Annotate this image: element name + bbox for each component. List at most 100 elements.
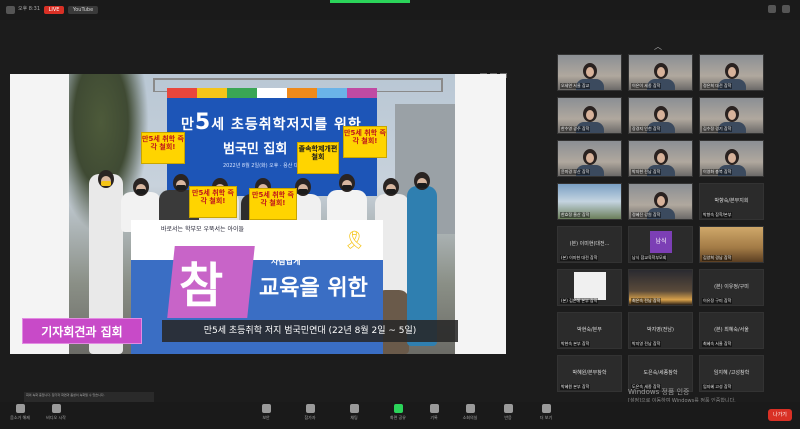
protest-sign: 만5세 취학 즉각 철회! (343, 126, 387, 158)
caption-left: 기자회견과 집회 (22, 318, 142, 344)
toolbar-shield-button[interactable]: 보안 (248, 404, 284, 421)
participant-tile[interactable]: 최은숙 전남 참학 (628, 269, 693, 306)
participant-tile[interactable]: 김양희 경남 참학 (699, 226, 764, 263)
participant-face (657, 67, 665, 77)
toolbar-more-button[interactable]: 더 보기 (528, 404, 564, 421)
speaking-indicator (330, 0, 410, 3)
participant-face (586, 67, 594, 77)
participant-tile[interactable]: 이영화 충북 참학 (699, 140, 764, 177)
toolbar-label: 채팅 (350, 415, 358, 420)
shield-icon (261, 404, 271, 413)
participant-name-label: 김양희 경남 참학 (702, 255, 733, 261)
participant-tile[interactable]: 윤미경 부산 참학 (557, 140, 622, 177)
share-screen-icon (393, 404, 403, 413)
fullscreen-icon[interactable] (782, 5, 790, 13)
view-icon[interactable] (768, 5, 776, 13)
toolbar-label: 소회의실 (462, 415, 478, 420)
menu-icon[interactable] (6, 6, 15, 14)
toolbar-participants-button[interactable]: 참가자 (292, 404, 328, 421)
participant-tile[interactable]: 정은희 대전 참학 (699, 54, 764, 91)
participant-display-name: (본) 최혜숙/서울 (714, 327, 749, 333)
participant-tile[interactable]: 김수정 경기 참학 (699, 97, 764, 134)
participant-tile[interactable]: 장경지 인천 참학 (628, 97, 693, 134)
participant-name-label: 최은숙 전남 참학 (631, 298, 662, 304)
meeting-toolbar: 나가기 음소거 해제 비디오 시작 보안 참가자 채팅 화면 공유 기록 소회의실 반응 더 보기 (0, 402, 800, 429)
participant-name-label: 정혜진 강원 참학 (631, 212, 662, 218)
participant-tile[interactable]: 이은이 세종 참학 (628, 54, 693, 91)
participant-tile[interactable]: 한수영 광주 참학 (557, 97, 622, 134)
protester-head (295, 178, 311, 196)
participant-tile[interactable]: (본) 이유정/구미 이유정 구미 참학 (699, 269, 764, 306)
participant-face (728, 67, 736, 77)
view-controls (768, 5, 790, 13)
participant-tile[interactable]: 박지영(전남) 박지영 전남 참학 (628, 312, 693, 349)
toolbar-mic-button[interactable]: 음소거 해제 (2, 404, 38, 421)
participant-name-label: 박혜원 본부 참학 (560, 384, 591, 390)
participant-name-label: 한수영 광주 참학 (560, 126, 591, 132)
participant-tile[interactable]: 박향숙/본부지회 박향숙 참학/본부 (699, 183, 764, 220)
participant-display-name: (본) 이유정/구미 (714, 284, 749, 290)
participant-name-label: (본) 김은해 본부 참학 (560, 298, 599, 304)
toolbar-record-button[interactable]: 기록 (416, 404, 452, 421)
participant-tile[interactable]: 한효정 울산 참학 (557, 183, 622, 220)
participant-tile[interactable]: 박현숙/본부 박현숙 본부 참학 (557, 312, 622, 349)
backdrop-subtitle: 범국민 집회 (223, 142, 288, 157)
protester-head (339, 174, 355, 192)
participant-tile[interactable]: 박혜원/본부참학 박혜원 본부 참학 (557, 355, 622, 392)
participant-tile[interactable]: 오세연 서울 참교 (557, 54, 622, 91)
participant-face (657, 196, 665, 206)
participant-tile[interactable]: 박지현 전남 참학 (628, 140, 693, 177)
participant-display-name: 임지혜 /고성참학 (713, 370, 750, 376)
toolbar-label: 참가자 (304, 415, 316, 420)
video-icon (51, 404, 61, 413)
leave-button[interactable]: 나가기 (768, 409, 792, 421)
top-bar: 오후 8:31 LIVE YouTube (0, 0, 800, 20)
youtube-stream-badge[interactable]: YouTube (68, 6, 98, 14)
protester-head (133, 178, 149, 196)
participant-name-label: 이은이 세종 참학 (631, 83, 662, 89)
toolbar-chat-button[interactable]: 채팅 (336, 404, 372, 421)
participant-tile[interactable]: 임지혜 /고성참학 임지혜 고성 참학 (699, 355, 764, 392)
participant-face (586, 153, 594, 163)
participant-face (657, 110, 665, 120)
protest-sign: 만5세 취학 즉각 철회! (249, 188, 297, 220)
participant-display-name: 박향숙/본부지회 (714, 198, 749, 204)
participant-tile[interactable]: (본) 김은해 본부 참학 (557, 269, 622, 306)
toolbar-breakout-button[interactable]: 소회의실 (452, 404, 488, 421)
participant-avatar: 남식 (650, 231, 672, 253)
yellow-ribbon-icon: 🎗 (343, 230, 366, 251)
chat-icon (349, 404, 359, 413)
toolbar-label: 비디오 시작 (46, 415, 66, 420)
protest-sign: 만5세 취학 즉각 철회! (141, 132, 185, 164)
participant-display-name: 도은숙/세종참학 (643, 370, 678, 376)
live-badge[interactable]: LIVE (44, 6, 64, 14)
participant-name-label: 이영화 충북 참학 (702, 169, 733, 175)
participant-face (586, 110, 594, 120)
participant-tile[interactable]: 남식남식 참교육학부모회 (628, 226, 693, 263)
toolbar-video-button[interactable]: 비디오 시작 (38, 404, 74, 421)
protest-sign: 만5세 취학 즉각 철회! (189, 186, 237, 218)
participants-icon (305, 404, 315, 413)
participant-name-label: 정은희 대전 참학 (702, 83, 733, 89)
zoom-meeting-window: 오후 8:31 LIVE YouTube 만5세 초등취학저지를 위한 범국민 … (0, 0, 800, 429)
rally-photo: 만5세 초등취학저지를 위한 범국민 집회 2022년 8월 2일(화) 오후 … (69, 74, 455, 354)
participant-face (728, 153, 736, 163)
record-icon (429, 404, 439, 413)
participant-tile[interactable]: 정혜진 강원 참학 (628, 183, 693, 220)
participant-name-label: 장경지 인천 참학 (631, 126, 662, 132)
toolbar-reaction-button[interactable]: 반응 (490, 404, 526, 421)
banner-edu-line1: 사람답게 (271, 257, 301, 266)
participant-name-label: 남식 참교육학부모회 (631, 255, 668, 261)
reaction-icon (503, 404, 513, 413)
banner-big-char: 참 (179, 258, 224, 314)
participant-tile[interactable]: (본) 이미현(대전... (본) 이미현 대전 참학 (557, 226, 622, 263)
toolbar-share-screen-button[interactable]: 화면 공유 (380, 404, 416, 421)
caption-right: 만5세 초등취학 저지 범국민연대 (22년 8월 2일 ~ 5일) (162, 320, 458, 342)
breakout-icon (465, 404, 475, 413)
toolbar-label: 보안 (262, 415, 270, 420)
toolbar-label: 더 보기 (539, 415, 553, 420)
gallery-scroll-up-icon[interactable]: ︿ (654, 41, 662, 52)
toolbar-label: 기록 (430, 415, 438, 420)
participant-tile[interactable]: (본) 최혜숙/서울 최혜숙 서울 참학 (699, 312, 764, 349)
participant-display-name: 박현숙/본부 (577, 327, 602, 333)
